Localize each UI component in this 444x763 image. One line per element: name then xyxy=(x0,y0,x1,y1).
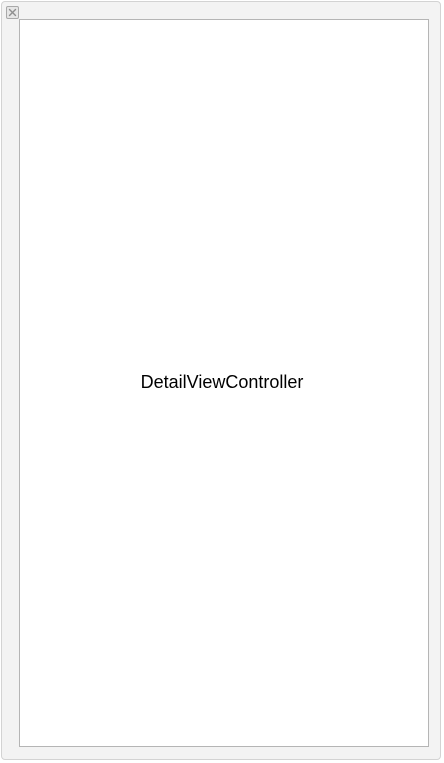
controller-title: DetailViewController xyxy=(140,372,304,392)
storyboard-canvas: DetailViewController xyxy=(0,0,444,763)
close-button[interactable] xyxy=(6,6,19,19)
close-icon xyxy=(8,8,17,17)
